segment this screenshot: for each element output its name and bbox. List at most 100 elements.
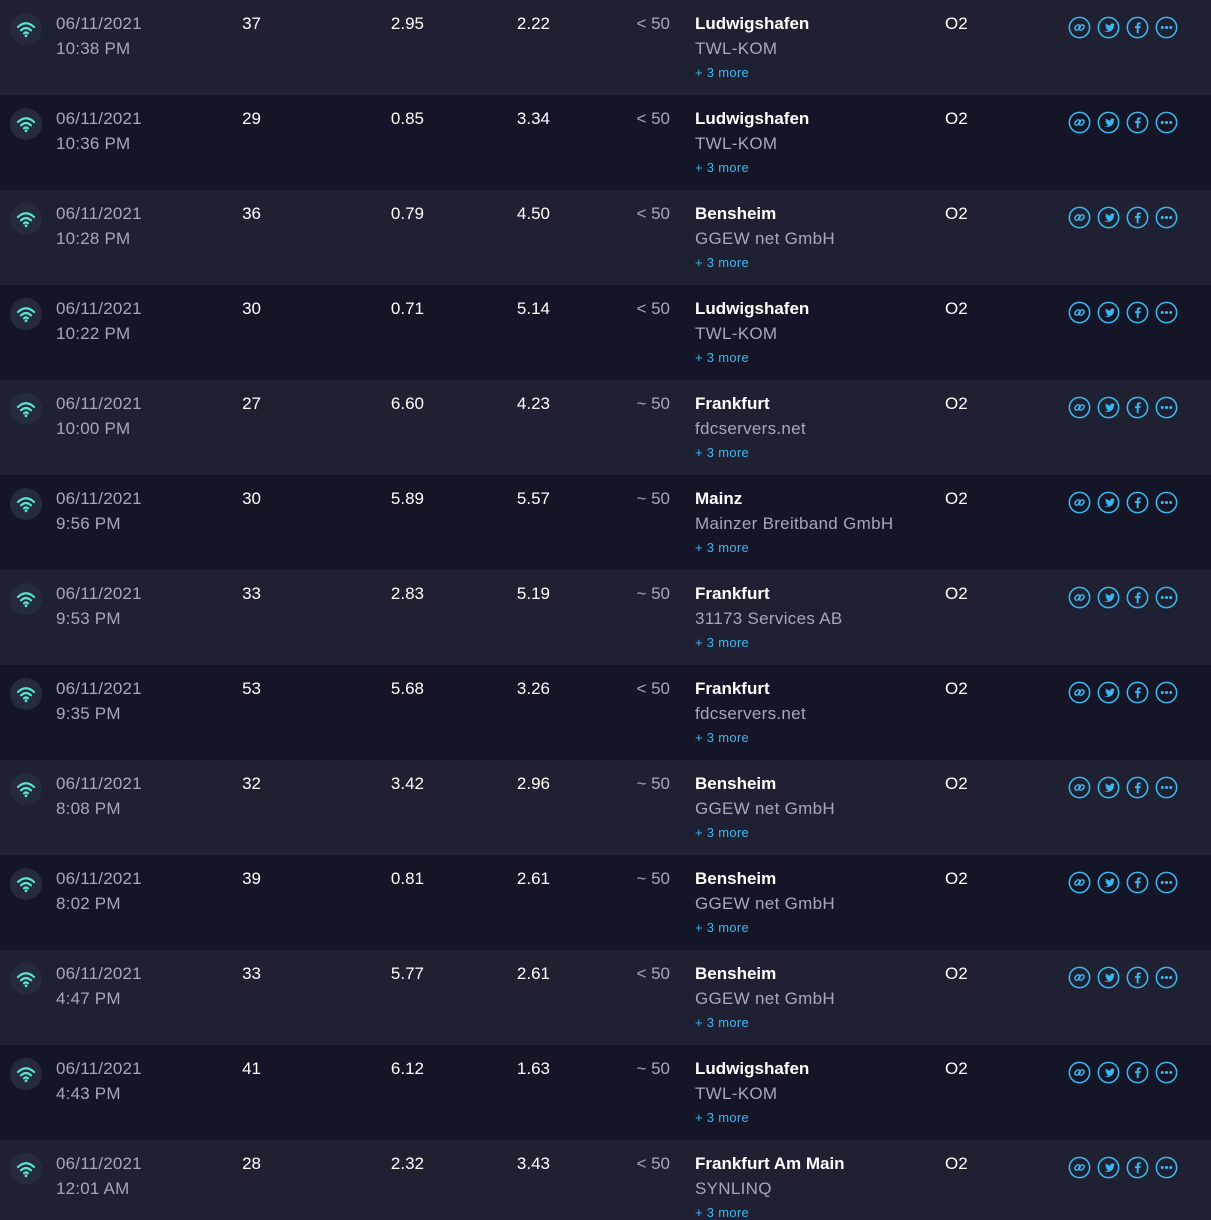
more-options-icon[interactable] xyxy=(1155,301,1178,324)
provider-name: O2 xyxy=(945,584,968,603)
facebook-icon[interactable] xyxy=(1126,776,1149,799)
facebook-icon[interactable] xyxy=(1126,301,1149,324)
result-row[interactable]: 06/11/2021 4:43 PM 41 6.12 1.63 ~ 50 Lud… xyxy=(0,1045,1211,1140)
link-icon[interactable] xyxy=(1068,1061,1091,1084)
facebook-icon[interactable] xyxy=(1126,871,1149,894)
result-row[interactable]: 06/11/2021 9:56 PM 30 5.89 5.57 ~ 50 Mai… xyxy=(0,475,1211,570)
result-row[interactable]: 06/11/2021 10:00 PM 27 6.60 4.23 ~ 50 Fr… xyxy=(0,380,1211,475)
more-options-icon[interactable] xyxy=(1155,776,1178,799)
link-icon[interactable] xyxy=(1068,776,1091,799)
download-value: 3.42 xyxy=(390,774,424,793)
ping-value: 37 xyxy=(242,14,261,33)
facebook-icon[interactable] xyxy=(1126,681,1149,704)
link-icon[interactable] xyxy=(1068,111,1091,134)
twitter-icon[interactable] xyxy=(1097,491,1120,514)
twitter-icon[interactable] xyxy=(1097,586,1120,609)
more-servers-link[interactable]: + 3 more xyxy=(695,350,749,365)
more-servers-link[interactable]: + 3 more xyxy=(695,635,749,650)
twitter-icon[interactable] xyxy=(1097,1156,1120,1179)
share-actions xyxy=(1068,586,1178,609)
packet-loss-value: < 50 xyxy=(636,14,670,33)
result-date: 06/11/2021 xyxy=(56,489,142,508)
ping-value: 41 xyxy=(242,1059,261,1078)
facebook-icon[interactable] xyxy=(1126,1061,1149,1084)
provider-name: O2 xyxy=(945,679,968,698)
link-icon[interactable] xyxy=(1068,966,1091,989)
twitter-icon[interactable] xyxy=(1097,1061,1120,1084)
link-icon[interactable] xyxy=(1068,586,1091,609)
share-actions xyxy=(1068,491,1178,514)
facebook-icon[interactable] xyxy=(1126,16,1149,39)
more-options-icon[interactable] xyxy=(1155,206,1178,229)
result-row[interactable]: 06/11/2021 4:47 PM 33 5.77 2.61 < 50 Ben… xyxy=(0,950,1211,1045)
link-icon[interactable] xyxy=(1068,396,1091,419)
result-row[interactable]: 06/11/2021 10:38 PM 37 2.95 2.22 < 50 Lu… xyxy=(0,0,1211,95)
more-servers-link[interactable]: + 3 more xyxy=(695,730,749,745)
wifi-icon xyxy=(10,393,42,425)
more-servers-link[interactable]: + 3 more xyxy=(695,1110,749,1125)
more-options-icon[interactable] xyxy=(1155,491,1178,514)
twitter-icon[interactable] xyxy=(1097,301,1120,324)
more-options-icon[interactable] xyxy=(1155,871,1178,894)
facebook-icon[interactable] xyxy=(1126,1156,1149,1179)
twitter-icon[interactable] xyxy=(1097,776,1120,799)
wifi-icon xyxy=(10,773,42,805)
ping-value: 30 xyxy=(242,489,261,508)
link-icon[interactable] xyxy=(1068,16,1091,39)
more-servers-link[interactable]: + 3 more xyxy=(695,920,749,935)
twitter-icon[interactable] xyxy=(1097,681,1120,704)
twitter-icon[interactable] xyxy=(1097,206,1120,229)
link-icon[interactable] xyxy=(1068,206,1091,229)
more-options-icon[interactable] xyxy=(1155,681,1178,704)
result-row[interactable]: 06/11/2021 10:28 PM 36 0.79 4.50 < 50 Be… xyxy=(0,190,1211,285)
more-options-icon[interactable] xyxy=(1155,1156,1178,1179)
more-servers-link[interactable]: + 3 more xyxy=(695,445,749,460)
more-servers-link[interactable]: + 3 more xyxy=(695,825,749,840)
more-options-icon[interactable] xyxy=(1155,966,1178,989)
result-row[interactable]: 06/11/2021 10:22 PM 30 0.71 5.14 < 50 Lu… xyxy=(0,285,1211,380)
more-servers-link[interactable]: + 3 more xyxy=(695,1015,749,1030)
more-servers-link[interactable]: + 3 more xyxy=(695,255,749,270)
result-date: 06/11/2021 xyxy=(56,774,142,793)
result-row[interactable]: 06/11/2021 8:08 PM 32 3.42 2.96 ~ 50 Ben… xyxy=(0,760,1211,855)
server-city: Bensheim xyxy=(695,964,777,983)
result-row[interactable]: 06/11/2021 12:01 AM 28 2.32 3.43 < 50 Fr… xyxy=(0,1140,1211,1220)
more-options-icon[interactable] xyxy=(1155,111,1178,134)
result-date: 06/11/2021 xyxy=(56,299,142,318)
twitter-icon[interactable] xyxy=(1097,966,1120,989)
download-value: 2.95 xyxy=(390,14,424,33)
result-date: 06/11/2021 xyxy=(56,109,142,128)
facebook-icon[interactable] xyxy=(1126,491,1149,514)
twitter-icon[interactable] xyxy=(1097,111,1120,134)
packet-loss-value: < 50 xyxy=(636,204,670,223)
facebook-icon[interactable] xyxy=(1126,111,1149,134)
twitter-icon[interactable] xyxy=(1097,16,1120,39)
more-options-icon[interactable] xyxy=(1155,1061,1178,1084)
facebook-icon[interactable] xyxy=(1126,586,1149,609)
twitter-icon[interactable] xyxy=(1097,396,1120,419)
more-servers-link[interactable]: + 3 more xyxy=(695,160,749,175)
link-icon[interactable] xyxy=(1068,301,1091,324)
more-servers-link[interactable]: + 3 more xyxy=(695,1205,749,1220)
twitter-icon[interactable] xyxy=(1097,871,1120,894)
result-row[interactable]: 06/11/2021 9:35 PM 53 5.68 3.26 < 50 Fra… xyxy=(0,665,1211,760)
packet-loss-value: ~ 50 xyxy=(636,584,670,603)
more-options-icon[interactable] xyxy=(1155,16,1178,39)
facebook-icon[interactable] xyxy=(1126,966,1149,989)
share-actions xyxy=(1068,206,1178,229)
link-icon[interactable] xyxy=(1068,491,1091,514)
facebook-icon[interactable] xyxy=(1126,396,1149,419)
link-icon[interactable] xyxy=(1068,681,1091,704)
link-icon[interactable] xyxy=(1068,1156,1091,1179)
result-row[interactable]: 06/11/2021 8:02 PM 39 0.81 2.61 ~ 50 Ben… xyxy=(0,855,1211,950)
link-icon[interactable] xyxy=(1068,871,1091,894)
more-options-icon[interactable] xyxy=(1155,586,1178,609)
server-isp: fdcservers.net xyxy=(695,704,806,723)
result-row[interactable]: 06/11/2021 9:53 PM 33 2.83 5.19 ~ 50 Fra… xyxy=(0,570,1211,665)
facebook-icon[interactable] xyxy=(1126,206,1149,229)
upload-value: 3.26 xyxy=(516,679,550,698)
result-row[interactable]: 06/11/2021 10:36 PM 29 0.85 3.34 < 50 Lu… xyxy=(0,95,1211,190)
more-options-icon[interactable] xyxy=(1155,396,1178,419)
more-servers-link[interactable]: + 3 more xyxy=(695,540,749,555)
more-servers-link[interactable]: + 3 more xyxy=(695,65,749,80)
